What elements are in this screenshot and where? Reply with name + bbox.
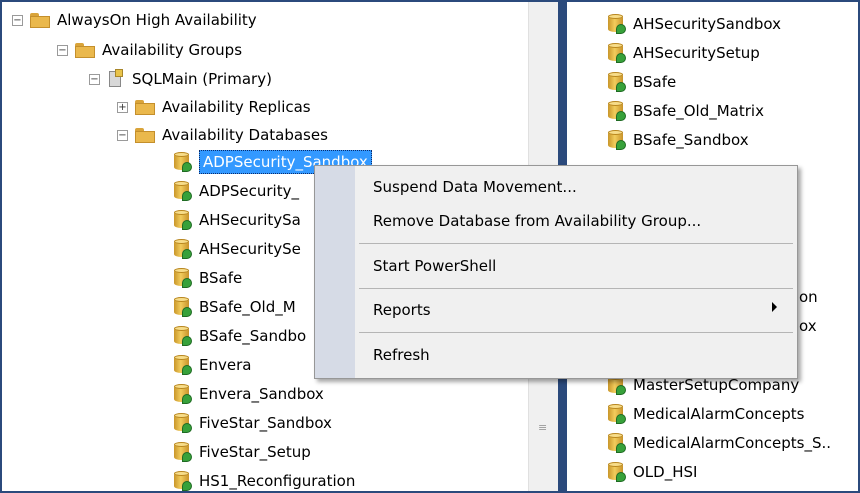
database-icon <box>173 354 193 376</box>
tree-db-item[interactable]: AHSecuritySe <box>173 236 301 262</box>
list-item-label: OLD_HSI <box>633 463 698 481</box>
database-icon <box>607 13 627 35</box>
tree-db-item[interactable]: HS1_Reconfiguration <box>173 468 355 491</box>
list-item-label: MedicalAlarmConcepts <box>633 405 805 423</box>
database-icon <box>173 470 193 492</box>
database-icon <box>607 432 627 454</box>
menu-item-suspend-data-movement[interactable]: Suspend Data Movement... <box>373 175 577 199</box>
tree-db-label: BSafe_Old_M <box>199 298 296 316</box>
tree-db-label: FiveStar_Sandbox <box>199 414 332 432</box>
tree-db-label: FiveStar_Setup <box>199 443 311 461</box>
menu-item-remove-database[interactable]: Remove Database from Availability Group.… <box>373 209 701 233</box>
collapse-icon[interactable]: − <box>89 73 100 85</box>
list-item[interactable]: AHSecuritySetup <box>607 40 760 66</box>
list-item[interactable]: BSafe_Sandbox <box>607 127 749 153</box>
tree-db-label: AHSecuritySa <box>199 211 301 229</box>
tree-db-item[interactable]: BSafe_Sandbo <box>173 323 306 349</box>
tree-node-label: Availability Replicas <box>162 98 311 116</box>
tree-node-label: SQLMain (Primary) <box>132 70 272 88</box>
database-icon <box>173 151 193 173</box>
menu-separator <box>359 332 793 333</box>
database-icon <box>173 238 193 260</box>
database-icon <box>173 383 193 405</box>
tree-node-availability-groups[interactable]: − Availability Groups <box>57 37 242 63</box>
database-icon <box>607 71 627 93</box>
list-item[interactable]: AHSecuritySandbox <box>607 11 781 37</box>
context-menu: Suspend Data Movement... Remove Database… <box>314 165 798 379</box>
list-item-label: BSafe <box>633 73 677 91</box>
tree-db-label: AHSecuritySe <box>199 240 301 258</box>
database-icon <box>607 403 627 425</box>
database-icon <box>173 441 193 463</box>
database-icon <box>607 461 627 483</box>
tree-db-item[interactable]: BSafe <box>173 265 242 291</box>
expand-icon[interactable]: + <box>117 101 128 113</box>
folder-icon <box>30 12 50 28</box>
list-item[interactable]: MedicalAlarmConcepts <box>607 401 804 427</box>
menu-item-start-powershell[interactable]: Start PowerShell <box>373 254 496 278</box>
list-item-label: BSafe_Old_Matrix <box>633 102 764 120</box>
tree-node-label: AlwaysOn High Availability <box>57 11 257 29</box>
list-item-label-partial: on <box>799 288 818 306</box>
folder-icon <box>135 127 155 143</box>
menu-item-refresh[interactable]: Refresh <box>373 343 430 367</box>
tree-node-availability-databases[interactable]: − Availability Databases <box>117 122 328 148</box>
database-icon <box>173 267 193 289</box>
tree-db-label: HS1_Reconfiguration <box>199 472 356 490</box>
tree-db-label: Envera_Sandbox <box>199 385 324 403</box>
tree-db-item[interactable]: FiveStar_Sandbox <box>173 410 332 436</box>
menu-separator <box>359 243 793 244</box>
list-item-label-partial: ox <box>799 317 817 335</box>
database-icon <box>173 412 193 434</box>
tree-db-label: BSafe_Sandbo <box>199 327 307 345</box>
folder-icon <box>75 42 95 58</box>
list-item[interactable]: MedicalAlarmConcepts_S.. <box>607 430 831 456</box>
submenu-arrow-icon <box>772 302 777 312</box>
list-item-label: MedicalAlarmConcepts_S.. <box>633 434 832 452</box>
tree-node-availability-replicas[interactable]: + Availability Replicas <box>117 94 311 120</box>
database-icon <box>607 42 627 64</box>
database-icon <box>173 296 193 318</box>
tree-db-item[interactable]: BSafe_Old_M <box>173 294 296 320</box>
list-item[interactable]: BSafe <box>607 69 676 95</box>
list-item-label: AHSecuritySetup <box>633 44 760 62</box>
tree-node-label: Availability Groups <box>102 41 243 59</box>
database-icon <box>607 129 627 151</box>
tree-db-item[interactable]: AHSecuritySa <box>173 207 301 233</box>
tree-db-item[interactable]: FiveStar_Setup <box>173 439 311 465</box>
tree-db-label: Envera <box>199 356 252 374</box>
list-item-label: BSafe_Sandbox <box>633 131 749 149</box>
menu-item-reports[interactable]: Reports <box>373 298 431 322</box>
tree-node-alwayson[interactable]: − AlwaysOn High Availability <box>12 7 257 33</box>
context-menu-gutter <box>315 166 355 378</box>
database-icon <box>173 325 193 347</box>
list-item[interactable]: BSafe_Old_Matrix <box>607 98 764 124</box>
database-icon <box>173 209 193 231</box>
tree-db-item[interactable]: Envera_Sandbox <box>173 381 324 407</box>
tree-db-label: BSafe <box>199 269 243 287</box>
tree-node-label: Availability Databases <box>162 126 328 144</box>
collapse-icon[interactable]: − <box>57 44 68 56</box>
tree-db-item[interactable]: ADPSecurity_ <box>173 178 299 204</box>
scrollbar-grip-icon[interactable]: ≡ <box>538 422 548 438</box>
list-item-partial: on <box>799 284 818 310</box>
tree-db-label: ADPSecurity_ <box>199 182 299 200</box>
list-item-label: AHSecuritySandbox <box>633 15 781 33</box>
collapse-icon[interactable]: − <box>12 14 23 26</box>
list-item[interactable]: OLD_HSI <box>607 459 697 485</box>
list-item-partial: ox <box>799 313 817 339</box>
collapse-icon[interactable]: − <box>117 129 128 141</box>
database-icon <box>607 100 627 122</box>
folder-icon <box>135 99 155 115</box>
tree-db-item[interactable]: Envera <box>173 352 251 378</box>
tree-node-sqlmain[interactable]: − SQLMain (Primary) <box>89 66 272 92</box>
server-icon <box>107 69 125 89</box>
menu-separator <box>359 288 793 289</box>
database-icon <box>173 180 193 202</box>
